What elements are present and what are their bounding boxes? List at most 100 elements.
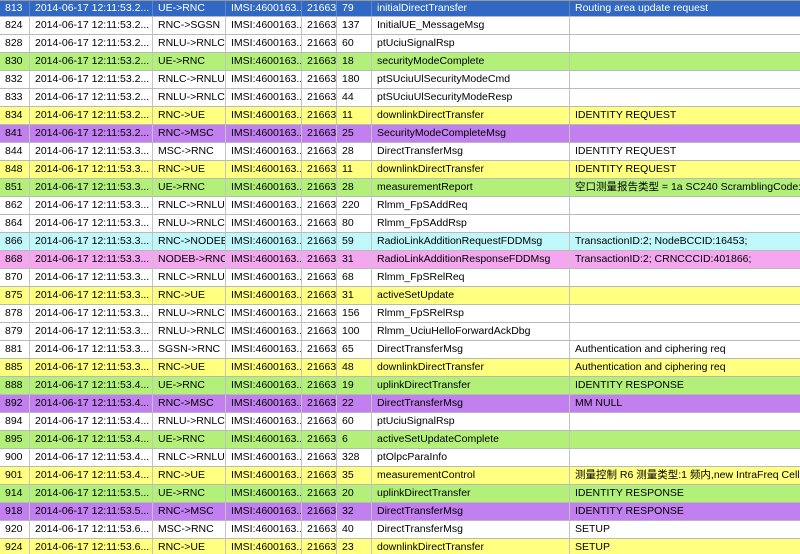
table-row[interactable]: 888 2014-06-17 12:11:53.4... UE->RNC IMSI:4…: [0, 377, 800, 395]
table-row[interactable]: 864 2014-06-17 12:11:53.3... RNLU->RNLC IMS…: [0, 215, 800, 233]
cell-imsi: IMSI:4600163...: [226, 359, 302, 376]
table-row[interactable]: 841 2014-06-17 12:11:53.2... RNC->MSC IMSI:…: [0, 125, 800, 143]
cell-direction: RNLU->RNLC: [153, 35, 226, 52]
cell-message-info: [570, 89, 800, 106]
cell-direction: RNC->MSC: [153, 503, 226, 520]
cell-direction: SGSN->RNC: [153, 341, 226, 358]
cell-timestamp: 2014-06-17 12:11:53.2...: [30, 125, 153, 142]
cell-timestamp: 2014-06-17 12:11:53.6...: [30, 539, 153, 554]
table-row[interactable]: 813 2014-06-17 12:11:53.2... UE->RNC IMSI:4…: [0, 1, 800, 17]
cell-ue-id: 21663: [302, 395, 337, 412]
cell-length: 19: [337, 377, 372, 394]
cell-imsi: IMSI:4600163...: [226, 17, 302, 34]
table-row[interactable]: 894 2014-06-17 12:11:53.4... RNLU->RNLC IMS…: [0, 413, 800, 431]
cell-seq-number: 832: [0, 71, 30, 88]
cell-imsi: IMSI:4600163...: [226, 431, 302, 448]
cell-ue-id: 21663: [302, 17, 337, 34]
cell-imsi: IMSI:4600163...: [226, 71, 302, 88]
table-row[interactable]: 900 2014-06-17 12:11:53.4... RNLC->RNLU IMS…: [0, 449, 800, 467]
table-row[interactable]: 892 2014-06-17 12:11:53.4... RNC->MSC IMSI:…: [0, 395, 800, 413]
table-row[interactable]: 868 2014-06-17 12:11:53.3... NODEB->RNC IMS…: [0, 251, 800, 269]
table-row[interactable]: 875 2014-06-17 12:11:53.3... RNC->UE IMSI:4…: [0, 287, 800, 305]
cell-timestamp: 2014-06-17 12:11:53.4...: [30, 395, 153, 412]
cell-message-info: [570, 269, 800, 286]
table-row[interactable]: 895 2014-06-17 12:11:53.4... UE->RNC IMSI:4…: [0, 431, 800, 449]
cell-length: 31: [337, 251, 372, 268]
cell-length: 23: [337, 539, 372, 554]
cell-message-type: DirectTransferMsg: [372, 143, 570, 160]
table-row[interactable]: 832 2014-06-17 12:11:53.2... RNLC->RNLU IMS…: [0, 71, 800, 89]
table-row[interactable]: 918 2014-06-17 12:11:53.5... RNC->MSC IMSI:…: [0, 503, 800, 521]
table-row[interactable]: 833 2014-06-17 12:11:53.2... RNLU->RNLC IMS…: [0, 89, 800, 107]
cell-imsi: IMSI:4600163...: [226, 305, 302, 322]
cell-message-info: [570, 197, 800, 214]
cell-seq-number: 828: [0, 35, 30, 52]
cell-message-type: securityModeComplete: [372, 53, 570, 70]
cell-direction: RNLU->RNLC: [153, 215, 226, 232]
cell-direction: UE->RNC: [153, 179, 226, 196]
table-row[interactable]: 920 2014-06-17 12:11:53.6... MSC->RNC IMSI:…: [0, 521, 800, 539]
cell-message-info: 空口测量报告类型 = 1a SC240 ScramblingCode: 240: [575, 181, 800, 193]
cell-length: 328: [337, 449, 372, 466]
table-row[interactable]: 866 2014-06-17 12:11:53.3... RNC->NODEB IMS…: [0, 233, 800, 251]
cell-direction: UE->RNC: [153, 431, 226, 448]
cell-ue-id: 21663: [302, 413, 337, 430]
cell-message-info: [570, 413, 800, 430]
table-row[interactable]: 924 2014-06-17 12:11:53.6... RNC->UE IMSI:4…: [0, 539, 800, 554]
table-row[interactable]: 824 2014-06-17 12:11:53.2... RNC->SGSN IMSI…: [0, 17, 800, 35]
cell-direction: RNC->UE: [153, 161, 226, 178]
cell-ue-id: 21663: [302, 539, 337, 554]
cell-direction: UE->RNC: [153, 53, 226, 70]
cell-message-info: SETUP: [575, 541, 611, 553]
cell-ue-id: 21663: [302, 35, 337, 52]
cell-imsi: IMSI:4600163...: [226, 89, 302, 106]
cell-seq-number: 862: [0, 197, 30, 214]
table-row[interactable]: 851 2014-06-17 12:11:53.3... UE->RNC IMSI:4…: [0, 179, 800, 197]
cell-imsi: IMSI:4600163...: [226, 125, 302, 142]
cell-message-type: downlinkDirectTransfer: [372, 539, 570, 554]
cell-direction: UE->RNC: [153, 1, 226, 16]
cell-ue-id: 21663: [302, 233, 337, 250]
table-row[interactable]: 885 2014-06-17 12:11:53.3... RNC->UE IMSI:4…: [0, 359, 800, 377]
cell-seq-number: 848: [0, 161, 30, 178]
cell-imsi: IMSI:4600163...: [226, 161, 302, 178]
table-row[interactable]: 862 2014-06-17 12:11:53.3... RNLC->RNLU IMS…: [0, 197, 800, 215]
cell-ue-id: 21663: [302, 143, 337, 160]
cell-timestamp: 2014-06-17 12:11:53.3...: [30, 269, 153, 286]
cell-timestamp: 2014-06-17 12:11:53.6...: [30, 521, 153, 538]
cell-imsi: IMSI:4600163...: [226, 485, 302, 502]
cell-imsi: IMSI:4600163...: [226, 413, 302, 430]
cell-seq-number: 885: [0, 359, 30, 376]
cell-message-info: TransactionID:2; CRNCCCID:401866;: [575, 253, 752, 265]
table-row[interactable]: 914 2014-06-17 12:11:53.5... UE->RNC IMSI:4…: [0, 485, 800, 503]
cell-length: 28: [337, 143, 372, 160]
cell-message-info: IDENTITY RESPONSE: [575, 505, 684, 517]
table-row[interactable]: 848 2014-06-17 12:11:53.3... RNC->UE IMSI:4…: [0, 161, 800, 179]
cell-length: 60: [337, 35, 372, 52]
cell-timestamp: 2014-06-17 12:11:53.2...: [30, 107, 153, 124]
cell-imsi: IMSI:4600163...: [226, 35, 302, 52]
cell-message-info: [570, 305, 800, 322]
cell-imsi: IMSI:4600163...: [226, 215, 302, 232]
cell-imsi: IMSI:4600163...: [226, 107, 302, 124]
table-row[interactable]: 881 2014-06-17 12:11:53.3... SGSN->RNC IMSI…: [0, 341, 800, 359]
table-row[interactable]: 830 2014-06-17 12:11:53.2... UE->RNC IMSI:4…: [0, 53, 800, 71]
cell-imsi: IMSI:4600163...: [226, 395, 302, 412]
cell-seq-number: 895: [0, 431, 30, 448]
cell-message-type: ptSUciuUlSecurityModeCmd: [372, 71, 570, 88]
cell-seq-number: 920: [0, 521, 30, 538]
cell-message-type: uplinkDirectTransfer: [372, 377, 570, 394]
cell-direction: RNC->UE: [153, 467, 226, 484]
cell-message-info: [570, 449, 800, 466]
cell-imsi: IMSI:4600163...: [226, 233, 302, 250]
cell-seq-number: 864: [0, 215, 30, 232]
table-row[interactable]: 870 2014-06-17 12:11:53.3... RNLC->RNLU IMS…: [0, 269, 800, 287]
table-row[interactable]: 844 2014-06-17 12:11:53.3... MSC->RNC IMSI:…: [0, 143, 800, 161]
table-row[interactable]: 828 2014-06-17 12:11:53.2... RNLU->RNLC IMS…: [0, 35, 800, 53]
table-row[interactable]: 834 2014-06-17 12:11:53.2... RNC->UE IMSI:4…: [0, 107, 800, 125]
cell-message-type: downlinkDirectTransfer: [372, 107, 570, 124]
table-row[interactable]: 878 2014-06-17 12:11:53.3... RNLU->RNLC IMS…: [0, 305, 800, 323]
table-row[interactable]: 901 2014-06-17 12:11:53.4... RNC->UE IMSI:4…: [0, 467, 800, 485]
cell-seq-number: 833: [0, 89, 30, 106]
table-row[interactable]: 879 2014-06-17 12:11:53.3... RNLU->RNLC IMS…: [0, 323, 800, 341]
